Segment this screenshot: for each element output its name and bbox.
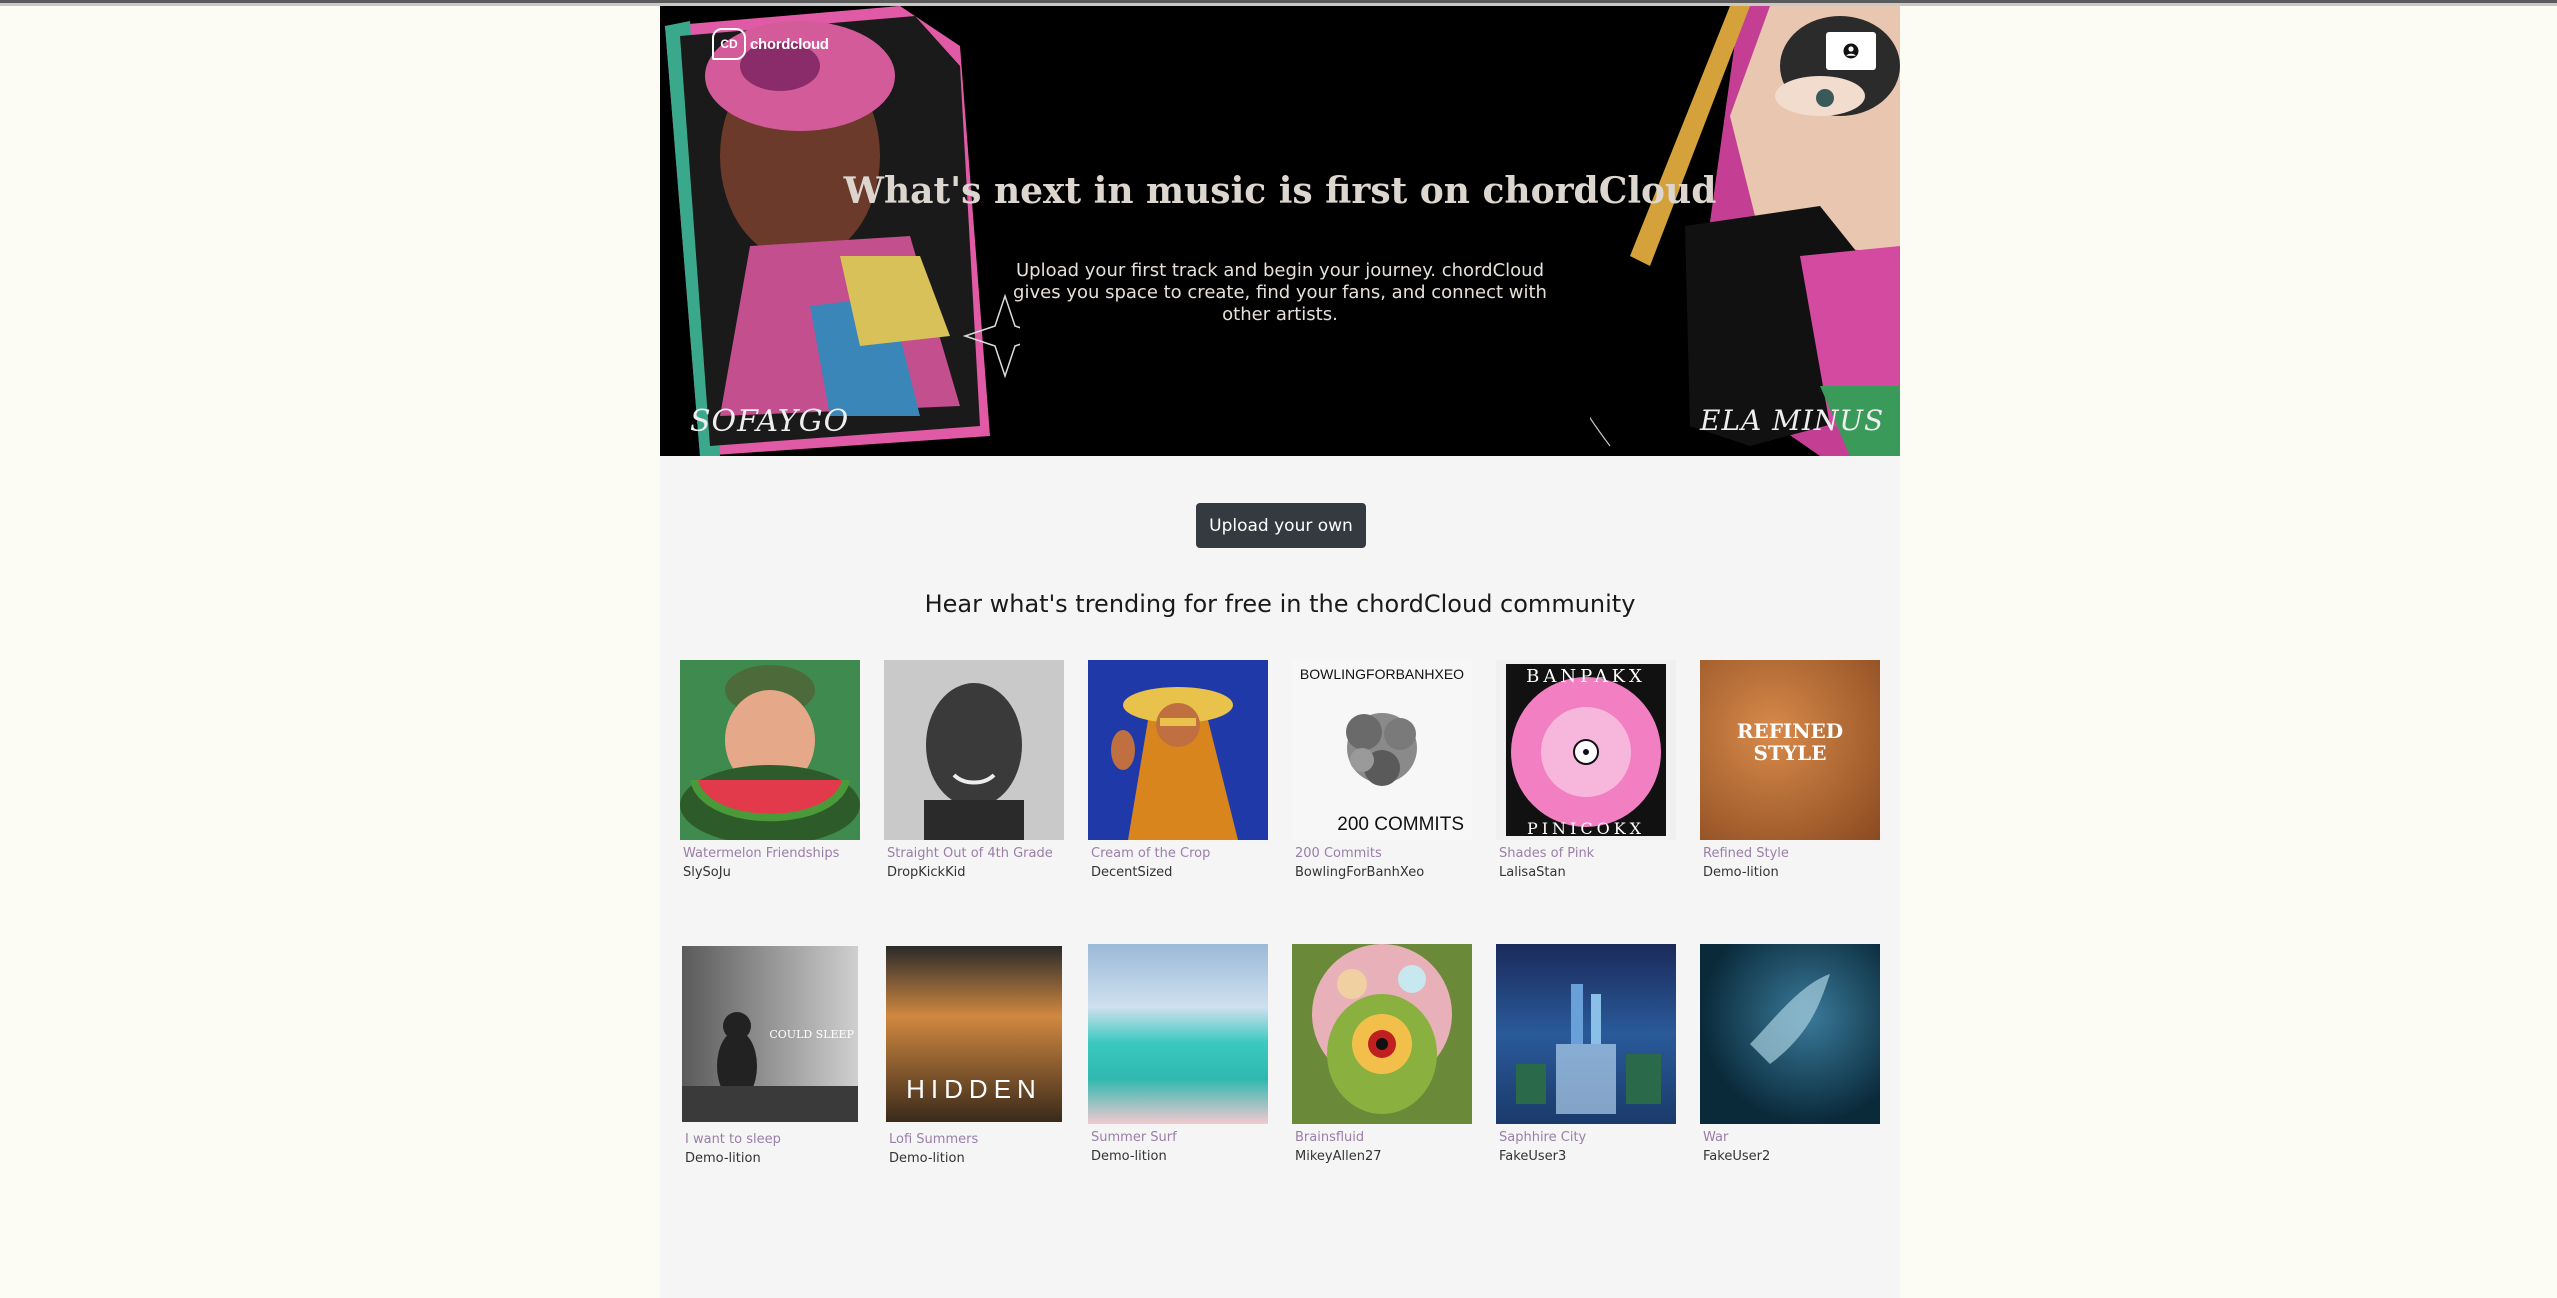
track-cover[interactable] bbox=[1088, 944, 1268, 1124]
track-cover[interactable]: COULD SLEEP bbox=[682, 946, 858, 1122]
cover-text-bottom: 200 COMMITS bbox=[1337, 814, 1464, 835]
cover-text-top: BANPAKX bbox=[1526, 666, 1646, 687]
track-cover[interactable]: REFINED STYLE bbox=[1700, 660, 1880, 840]
track-cover[interactable] bbox=[1700, 944, 1880, 1124]
track-cover[interactable]: HIDDEN bbox=[886, 946, 1062, 1122]
track-cover[interactable]: BOWLINGFORBANHXEO 200 COMMITS bbox=[1292, 660, 1472, 840]
track-title[interactable]: Saphhire City bbox=[1496, 1130, 1676, 1145]
hero-title: What's next in music is first on chordCl… bbox=[843, 170, 1717, 212]
track-cover[interactable] bbox=[1496, 944, 1676, 1124]
track-card[interactable]: BANPAKX PINICOKX Shades of Pink LalisaSt… bbox=[1496, 660, 1676, 880]
track-card[interactable]: War FakeUser2 bbox=[1700, 944, 1880, 1164]
track-card[interactable]: REFINED STYLE Refined Style Demo-lition bbox=[1700, 660, 1880, 880]
track-card[interactable]: Saphhire City FakeUser3 bbox=[1496, 944, 1676, 1164]
track-cover[interactable] bbox=[884, 660, 1064, 840]
track-card[interactable]: Brainsfluid MikeyAllen27 bbox=[1292, 944, 1472, 1164]
track-artist[interactable]: DecentSized bbox=[1088, 865, 1268, 880]
track-title[interactable]: War bbox=[1700, 1130, 1880, 1145]
upload-button[interactable]: Upload your own bbox=[1196, 503, 1366, 548]
cover-text: COULD SLEEP bbox=[769, 1028, 854, 1041]
track-card[interactable]: COULD SLEEP I want to sleep Demo-lition bbox=[682, 946, 862, 1166]
track-artist[interactable]: Demo-lition bbox=[1700, 865, 1880, 880]
track-artist[interactable]: Demo-lition bbox=[1088, 1149, 1268, 1164]
artist-signature-left: SOFAYGO bbox=[690, 404, 850, 439]
track-card[interactable]: HIDDEN Lofi Summers Demo-lition bbox=[886, 946, 1066, 1166]
cover-text: HIDDEN bbox=[906, 1074, 1042, 1104]
logo-text: chordcloud bbox=[750, 35, 829, 53]
track-artist[interactable]: Demo-lition bbox=[886, 1151, 1066, 1166]
cover-text: REFINED STYLE bbox=[1736, 719, 1844, 765]
hero-right-artwork bbox=[1590, 6, 1900, 456]
cover-text-bottom: PINICOKX bbox=[1526, 819, 1646, 838]
track-title[interactable]: Watermelon Friendships bbox=[680, 846, 860, 861]
track-cover[interactable] bbox=[1088, 660, 1268, 840]
track-artist[interactable]: DropKickKid bbox=[884, 865, 1064, 880]
track-title[interactable]: Brainsfluid bbox=[1292, 1130, 1472, 1145]
track-title[interactable]: Straight Out of 4th Grade bbox=[884, 846, 1064, 861]
track-artist[interactable]: MikeyAllen27 bbox=[1292, 1149, 1472, 1164]
track-title[interactable]: 200 Commits bbox=[1292, 846, 1472, 861]
track-artist[interactable]: FakeUser2 bbox=[1700, 1149, 1880, 1164]
track-card[interactable]: Straight Out of 4th Grade DropKickKid bbox=[884, 660, 1064, 880]
track-cover[interactable] bbox=[680, 660, 860, 840]
track-title[interactable]: Summer Surf bbox=[1088, 1130, 1268, 1145]
track-artist[interactable]: LalisaStan bbox=[1496, 865, 1676, 880]
main-content: CD chordcloud What's next in music is fi… bbox=[660, 6, 1900, 1298]
user-account-button[interactable] bbox=[1826, 32, 1876, 70]
track-cover[interactable]: BANPAKX PINICOKX bbox=[1496, 660, 1676, 840]
track-card[interactable]: BOWLINGFORBANHXEO 200 COMMITS 200 Commit… bbox=[1292, 660, 1472, 880]
brand-logo[interactable]: CD chordcloud bbox=[712, 28, 829, 60]
trending-heading: Hear what's trending for free in the cho… bbox=[924, 590, 1636, 618]
track-cover[interactable] bbox=[1292, 944, 1472, 1124]
track-artist[interactable]: Demo-lition bbox=[682, 1151, 862, 1166]
track-card[interactable]: Watermelon Friendships SlySoJu bbox=[680, 660, 860, 880]
track-card[interactable]: Cream of the Crop DecentSized bbox=[1088, 660, 1268, 880]
track-title[interactable]: Lofi Summers bbox=[886, 1132, 1066, 1147]
track-artist[interactable]: FakeUser3 bbox=[1496, 1149, 1676, 1164]
artist-signature-right: ELA MINUS bbox=[1700, 404, 1885, 437]
track-card[interactable]: Summer Surf Demo-lition bbox=[1088, 944, 1268, 1164]
track-title[interactable]: I want to sleep bbox=[682, 1132, 862, 1147]
hero-subtitle: Upload your first track and begin your j… bbox=[1013, 260, 1547, 325]
logo-icon: CD bbox=[712, 28, 746, 60]
track-artist[interactable]: SlySoJu bbox=[680, 865, 860, 880]
hero-left-artwork bbox=[665, 6, 1020, 456]
track-artist[interactable]: BowlingForBanhXeo bbox=[1292, 865, 1472, 880]
hero-banner: CD chordcloud What's next in music is fi… bbox=[660, 6, 1900, 456]
user-circle-icon bbox=[1843, 43, 1859, 59]
track-title[interactable]: Shades of Pink bbox=[1496, 846, 1676, 861]
track-title[interactable]: Refined Style bbox=[1700, 846, 1880, 861]
track-title[interactable]: Cream of the Crop bbox=[1088, 846, 1268, 861]
